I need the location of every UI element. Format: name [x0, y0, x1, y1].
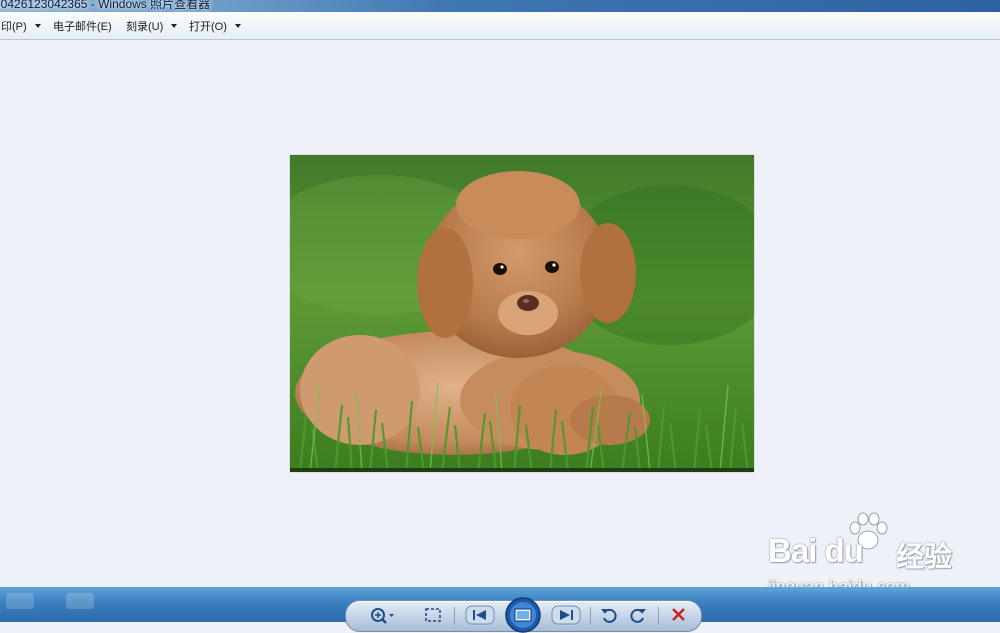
divider: [454, 607, 455, 625]
window-title-bar: 60426123042365 - Windows 照片查看器: [0, 0, 1000, 12]
window-title: 60426123042365 - Windows 照片查看器: [0, 0, 211, 11]
burn-menu-label: 刻录(U): [126, 21, 164, 33]
zoom-icon[interactable]: [368, 604, 396, 626]
slideshow-icon[interactable]: [503, 597, 543, 633]
watermark-brand: Bai du: [768, 532, 864, 569]
rotate-cw-icon[interactable]: [627, 604, 649, 626]
previous-icon[interactable]: [464, 604, 496, 626]
email-menu-label: 电子邮件(E): [53, 21, 112, 33]
menu-bar: 印(P) 电子邮件(E) 刻录(U) 打开(O): [0, 12, 1000, 40]
burn-menu[interactable]: 刻录(U): [126, 18, 178, 34]
print-menu-label: 印(P): [1, 21, 27, 33]
watermark-brand-cn: 经验: [896, 541, 953, 572]
chevron-down-icon: [171, 24, 178, 28]
open-menu-label: 打开(O): [189, 21, 227, 33]
chevron-down-icon: [34, 24, 41, 28]
taskbar-app-icon[interactable]: [6, 593, 34, 609]
open-menu[interactable]: 打开(O): [189, 18, 241, 34]
actual-size-icon[interactable]: [422, 604, 444, 626]
taskbar-app-icon[interactable]: [66, 593, 94, 609]
delete-icon[interactable]: [668, 604, 690, 626]
divider: [658, 607, 659, 625]
chevron-down-icon: [234, 24, 241, 28]
email-menu[interactable]: 电子邮件(E): [53, 18, 112, 34]
viewer-control-bar: [345, 597, 702, 633]
displayed-photo: [290, 155, 754, 472]
next-icon[interactable]: [550, 604, 582, 626]
print-menu[interactable]: 印(P): [1, 18, 41, 34]
poodle-photo: [290, 155, 754, 472]
divider: [590, 607, 591, 625]
rotate-ccw-icon[interactable]: [598, 604, 620, 626]
